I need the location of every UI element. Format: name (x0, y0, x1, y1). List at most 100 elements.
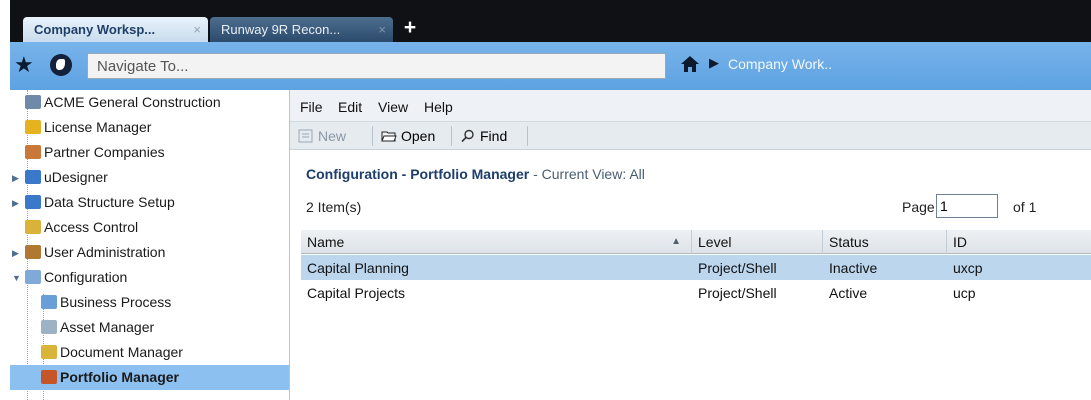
globe-icon[interactable] (50, 54, 72, 76)
menu-view[interactable]: View (378, 99, 408, 115)
column-header-status[interactable]: Status (823, 230, 947, 254)
configuration-icon (25, 270, 41, 284)
page-label: Page (902, 199, 935, 215)
tree-item-label: Business Process (60, 294, 172, 310)
cell-status: Active (829, 284, 868, 301)
close-icon[interactable]: × (193, 22, 201, 37)
column-label: Level (698, 234, 732, 250)
toolbar-divider (451, 126, 452, 146)
building-icon (25, 95, 41, 109)
cell-id: uxcp (953, 259, 983, 276)
tree-item[interactable]: License Manager (10, 115, 289, 140)
tree-item[interactable]: Business Process (10, 290, 289, 315)
license-icon (25, 120, 41, 134)
find-button[interactable]: Find (460, 125, 507, 147)
column-label: Status (829, 234, 869, 250)
tree-item[interactable]: Asset Manager (10, 315, 289, 340)
partner-icon (25, 145, 41, 159)
tree-item[interactable]: Document Manager (10, 340, 289, 365)
tree-item-label: Asset Manager (60, 319, 155, 335)
tree-item[interactable]: ACME General Construction (10, 90, 289, 115)
page-number-input[interactable] (936, 194, 998, 218)
navigation-bar: ★ ▶ Company Work.. (10, 42, 1091, 90)
column-header-level[interactable]: Level (692, 230, 823, 254)
find-button-label: Find (480, 128, 508, 144)
cell-status: Inactive (829, 259, 878, 276)
menu-file[interactable]: File (300, 99, 323, 115)
item-count: 2 Item(s) (306, 199, 362, 215)
page-title: Configuration - Portfolio Manager - Curr… (306, 166, 645, 182)
open-button-label: Open (401, 128, 436, 144)
tab-label: Runway 9R Recon... (221, 22, 341, 37)
tree-item-label: ACME General Construction (44, 94, 221, 110)
udesigner-icon (25, 170, 41, 184)
tree-item-label: Data Structure Setup (44, 194, 175, 210)
tree-item-label: User Administration (44, 244, 166, 260)
tree-item-label: Access Control (44, 219, 139, 235)
toolbar-divider (372, 126, 373, 146)
open-folder-icon (381, 131, 397, 142)
tree-item[interactable]: ▶ Data Structure Setup (10, 190, 289, 215)
cell-level: Project/Shell (698, 284, 777, 301)
tab-company-workspace[interactable]: Company Worksp... × (23, 17, 208, 42)
expand-arrow-icon[interactable]: ▶ (12, 173, 19, 184)
new-document-icon (298, 129, 313, 143)
close-icon[interactable]: × (378, 22, 386, 37)
menu-bar: File Edit View Help (290, 90, 1091, 122)
column-label: ID (953, 234, 967, 250)
column-label: Name (307, 234, 345, 250)
new-tab-icon[interactable]: + (399, 17, 421, 39)
tree-item[interactable]: Portfolio Manager (10, 365, 289, 390)
tab-runway-recon[interactable]: Runway 9R Recon... × (210, 17, 393, 42)
cell-level: Project/Shell (698, 259, 777, 276)
breadcrumb-arrow-icon: ▶ (709, 55, 719, 70)
page-total: of 1 (1013, 199, 1037, 215)
expand-arrow-icon[interactable]: ▶ (12, 198, 19, 209)
tree-item[interactable]: Partner Companies (10, 140, 289, 165)
column-header-name[interactable]: Name ▲ (301, 230, 692, 254)
expand-arrow-icon[interactable]: ▶ (12, 248, 19, 259)
tree-item-label: Portfolio Manager (60, 369, 180, 385)
business-process-icon (41, 295, 57, 309)
menu-edit[interactable]: Edit (338, 99, 362, 115)
search-icon (461, 129, 474, 143)
tree-item-label: uDesigner (44, 169, 108, 185)
breadcrumb[interactable]: Company Work.. (728, 56, 832, 72)
favorites-star-icon[interactable]: ★ (14, 52, 44, 78)
tree-item[interactable]: ▶ uDesigner (10, 165, 289, 190)
menu-help[interactable]: Help (424, 99, 453, 115)
collapse-arrow-icon[interactable]: ▼ (12, 273, 21, 283)
open-button[interactable]: Open (381, 125, 435, 147)
table-row[interactable]: Capital Planning Project/Shell Inactive uxc… (301, 255, 1091, 280)
cell-name: Capital Planning (307, 259, 409, 276)
home-icon[interactable] (680, 54, 700, 74)
navigation-tree: ACME General Construction License Manager… (10, 90, 290, 400)
tab-label: Company Worksp... (34, 22, 156, 37)
tree-item[interactable]: ▼ Configuration (10, 265, 289, 290)
tree-item-label: Configuration (44, 269, 128, 285)
column-header-id[interactable]: ID (947, 230, 1091, 254)
briefcase-icon (41, 370, 57, 384)
tree-item[interactable]: ▶ User Administration (10, 240, 289, 265)
navigate-to-input[interactable] (87, 53, 666, 79)
asset-manager-icon (41, 320, 57, 334)
document-manager-icon (41, 345, 57, 359)
sort-ascending-icon[interactable]: ▲ (671, 236, 681, 247)
users-icon (25, 245, 41, 259)
tree-item-label: Partner Companies (44, 144, 165, 160)
table-row[interactable]: Capital Projects Project/Shell Active ucp (301, 280, 1091, 305)
data-structure-icon (25, 195, 41, 209)
key-icon (25, 220, 41, 234)
tree-item[interactable]: Access Control (10, 215, 289, 240)
grid-header: Name ▲ Level Status ID (301, 230, 1091, 254)
new-button[interactable]: New (298, 125, 346, 147)
tree-item-label: License Manager (44, 119, 152, 135)
cell-name: Capital Projects (307, 284, 406, 301)
cell-id: ucp (953, 284, 976, 301)
tab-bar: Company Worksp... × Runway 9R Recon... ×… (10, 0, 1091, 42)
current-view-label: - Current View: All (533, 166, 645, 182)
toolbar: New Open Find (290, 122, 1091, 150)
tree-item-label: Document Manager (60, 344, 183, 360)
new-button-label: New (318, 128, 347, 144)
toolbar-divider (527, 126, 528, 146)
